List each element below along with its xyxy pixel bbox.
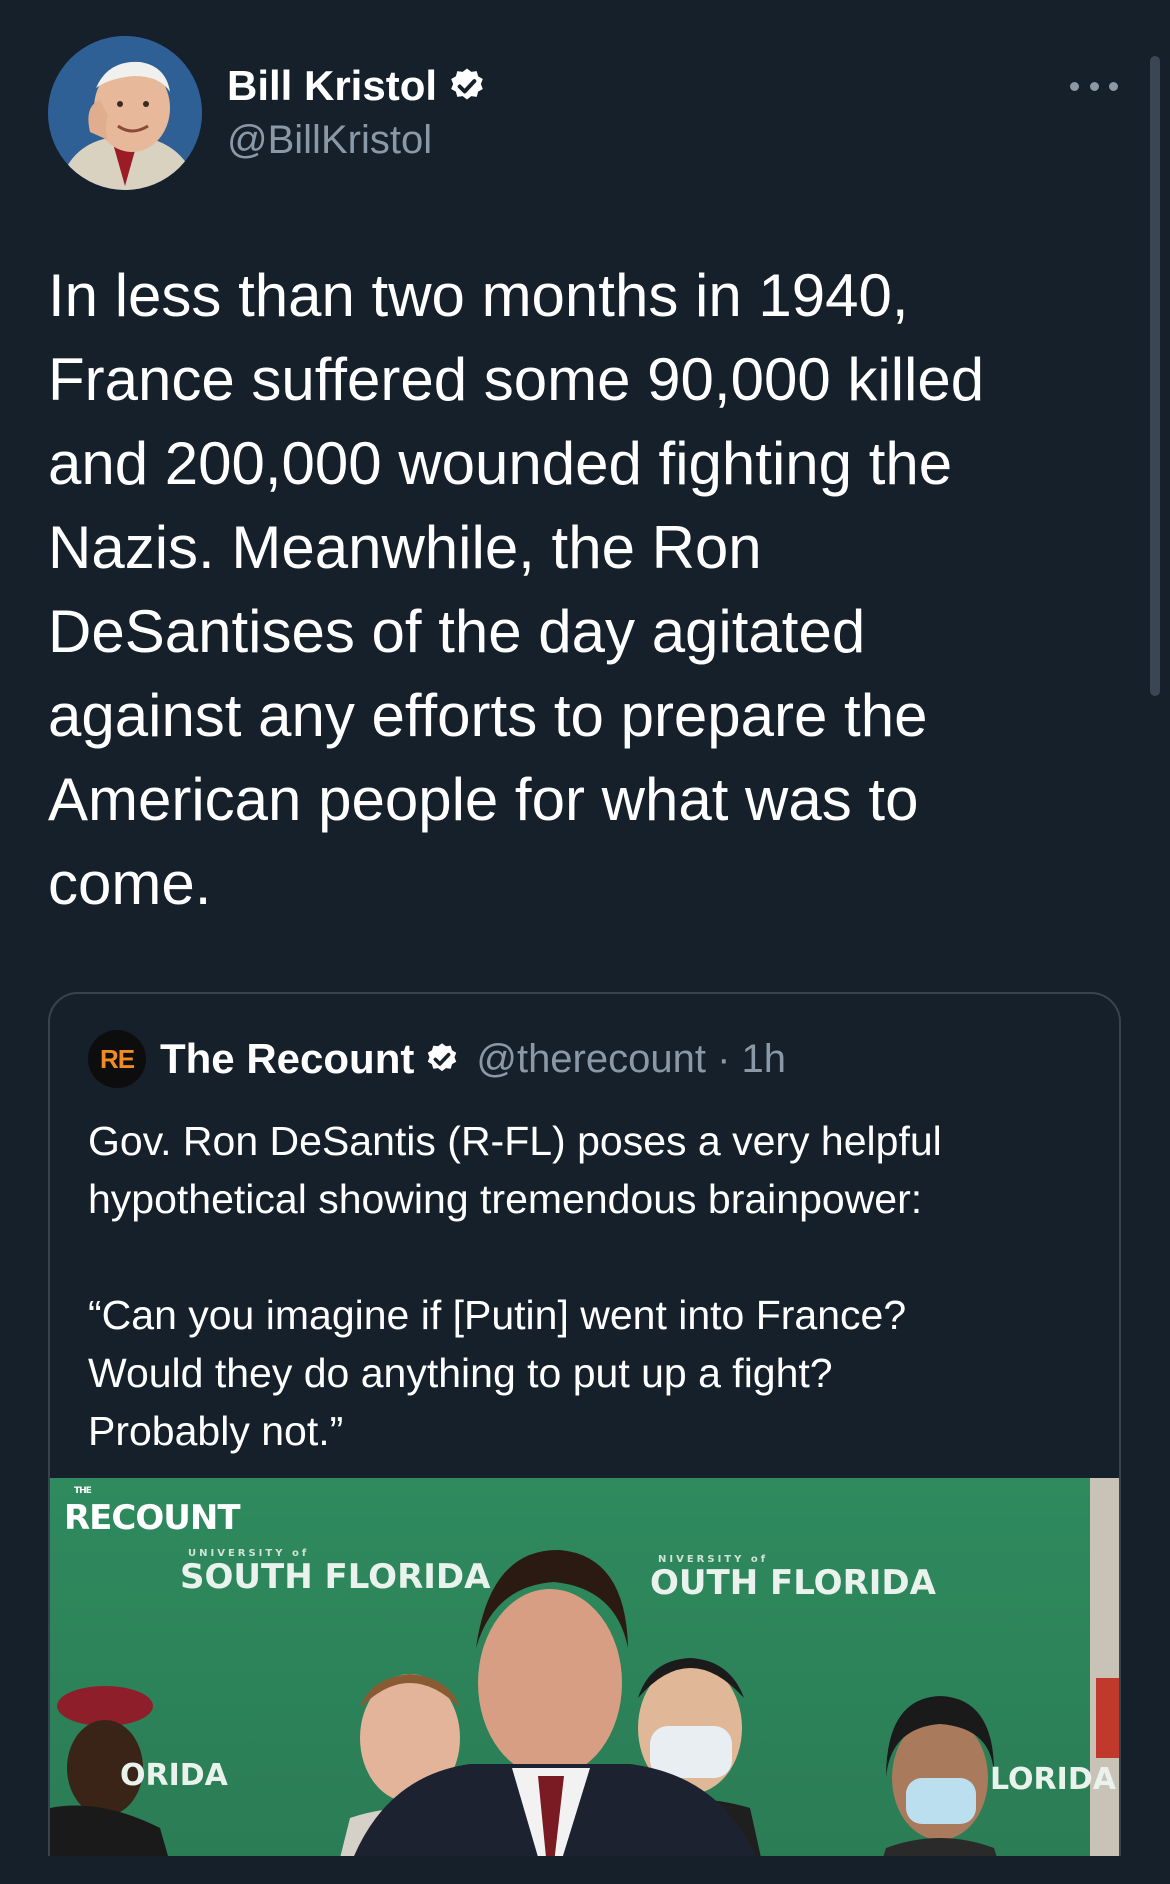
video-still-scene [50,1478,1119,1884]
backdrop-banner: UNIVERSITY of SOUTH FLORIDA [180,1548,490,1597]
quoted-author-name: The Recount [160,1035,415,1082]
author-handle[interactable]: @BillKristol [227,118,432,163]
more-options-icon[interactable] [1070,74,1118,98]
quoted-tweet-header: RE The Recount @therecount · 1h [88,1030,786,1088]
tweet-detail-page: Bill Kristol @BillKristol In less than t… [0,0,1170,1884]
scrollbar[interactable] [1150,56,1160,696]
quoted-tweet-video[interactable]: THE RECOUNT UNIVERSITY of SOUTH FLORIDA … [50,1478,1119,1884]
quoted-tweet-text: Gov. Ron DeSantis (R-FL) poses a very he… [88,1118,942,1454]
quoted-author-handle-time: @therecount · 1h [476,1036,787,1081]
bottom-edge [0,1856,1170,1884]
backdrop-banner: ORIDA [120,1758,228,1793]
watermark-prefix: THE [74,1486,92,1496]
media-watermark: THE RECOUNT [64,1486,241,1538]
tweet-text: In less than two months in 1940, France … [48,262,985,917]
backdrop-banner: NIVERSITY of OUTH FLORIDA [650,1554,936,1603]
author-avatar[interactable] [48,36,202,190]
author-name[interactable]: Bill Kristol [227,62,437,110]
quoted-author-avatar: RE [88,1030,146,1088]
banner-text: SOUTH FLORIDA [180,1557,491,1597]
banner-text: OUTH FLORIDA [650,1563,936,1603]
author-name-row: Bill Kristol [227,62,487,110]
quoted-tweet-card[interactable]: RE The Recount @therecount · 1h Gov. Ron… [48,992,1121,1884]
watermark-text: RECOUNT [64,1498,241,1538]
backdrop-banner: LORIDA [990,1762,1116,1797]
verified-badge-icon [447,66,487,106]
avatar-portrait [48,36,202,190]
verified-badge-icon [424,1041,460,1077]
